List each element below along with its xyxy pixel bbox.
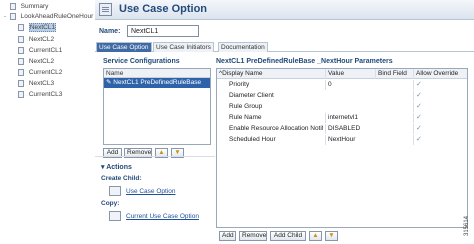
override-checkbox[interactable]: ✓ [413,80,467,90]
list-item[interactable]: ✎ NextCL1 PreDefinedRuleBase [104,78,210,88]
editor-header: Use Case Option [95,0,474,20]
column-header-display-name[interactable]: ^Display Name [219,69,323,79]
name-label: Name: [99,28,121,35]
tree-item-lookahead[interactable]: - LookAheadRuleOneHour [2,12,93,22]
tree-item-nextcl3[interactable]: NextCL3 [18,79,54,89]
param-add-button[interactable]: Add [219,231,236,241]
param-value[interactable]: NextHour [325,135,373,145]
param-remove-button[interactable]: Remove [239,231,267,241]
figure-id: 315614 [464,215,470,236]
tree-item-label: NextCL2 [28,58,55,65]
page-icon [18,46,24,54]
tree-item-label: CurrentCL2 [28,69,63,76]
use-case-icon [109,186,121,196]
tree-item-currentcl1[interactable]: CurrentCL1 [18,46,62,56]
tab-use-case-option[interactable]: Use Case Option [96,42,152,52]
table-row[interactable]: Rule Name internetvl1 ✓ [217,113,467,123]
override-checkbox[interactable]: ✓ [413,124,467,134]
column-header-value[interactable]: Value [325,69,373,79]
param-name: Scheduled Hour [229,136,276,143]
table-row[interactable]: Diameter Client ✓ [217,91,467,101]
tab-use-case-initiators[interactable]: Use Case Initiators [153,42,214,52]
param-name: Rule Group [229,103,263,110]
page-icon [18,23,24,31]
param-value[interactable]: internetvl1 [325,113,373,123]
page-icon [18,68,24,76]
tab-bar: Use Case Option Use Case Initiators Docu… [95,42,474,52]
add-child-button[interactable]: Add Child [270,231,306,241]
page-icon [18,90,24,98]
create-child-label: Create Child: [101,175,142,182]
copy-label: Copy: [101,200,120,207]
tree-item-label: CurrentCL3 [28,91,63,98]
actions-header[interactable]: ▾ Actions [101,163,132,171]
page-icon [9,2,16,10]
tree-item-summary[interactable]: Summary [2,2,48,12]
page-icon [18,35,24,43]
page-icon [18,57,24,65]
page-title: Use Case Option [119,3,208,15]
tab-documentation[interactable]: Documentation [218,42,268,52]
table-row[interactable]: Enable Resource Allocation Notif DISABLE… [217,124,467,134]
navigation-tree: Summary - LookAheadRuleOneHour NextCL1 N… [0,0,95,244]
tree-item-label: NextCL2 [28,36,55,43]
override-checkbox[interactable]: ✓ [413,135,467,145]
column-header-allow-override[interactable]: Allow Override [413,69,467,79]
tree-item-nextcl2[interactable]: NextCL2 [18,35,54,45]
override-checkbox[interactable]: ✓ [413,102,467,112]
param-move-down-button[interactable]: ▼ [325,231,338,241]
tree-item-currentcl3[interactable]: CurrentCL3 [18,90,62,100]
parameters-table: ^Display Name Value Bind Field Allow Ove… [216,68,468,228]
column-header-bind-field[interactable]: Bind Field [375,69,411,79]
collapse-toggle-icon[interactable]: - [2,12,8,22]
table-row[interactable]: Rule Group ✓ [217,102,467,112]
tree-item-label: NextCL3 [28,80,55,87]
override-checkbox[interactable]: ✓ [413,91,467,101]
tree-item-label: Summary [20,3,49,10]
tree-item-label: CurrentCL1 [28,47,63,54]
table-header: ^Display Name Value Bind Field Allow Ove… [217,69,467,79]
parameters-title: NextCL1 PreDefinedRuleBase _NextHour Par… [216,58,393,65]
table-row[interactable]: Scheduled Hour NextHour ✓ [217,135,467,145]
actions-title: Actions [106,164,132,171]
divider [95,156,215,157]
edit-pencil-icon: ✎ [106,79,112,86]
page-icon [9,12,16,20]
override-checkbox[interactable]: ✓ [413,113,467,123]
column-header-name[interactable]: Name [104,69,210,78]
use-case-icon [99,3,112,16]
param-value[interactable]: 0 [325,80,373,90]
create-child-link[interactable]: Use Case Option [126,188,176,195]
param-name: Rule Name [229,114,262,121]
tree-item-nextcl2b[interactable]: NextCL2 [18,57,54,67]
list-item-label: NextCL1 PreDefinedRuleBase [113,79,202,86]
param-value[interactable]: DISABLED [325,124,373,134]
tree-item-label: NextCL1 [28,23,57,32]
param-move-up-button[interactable]: ▲ [309,231,322,241]
use-case-icon [109,211,121,221]
service-configurations-list[interactable]: Name ✎ NextCL1 PreDefinedRuleBase [103,68,211,145]
tree-item-nextcl1[interactable]: NextCL1 [18,23,57,33]
tree-item-label: LookAheadRuleOneHour [20,13,94,20]
collapse-arrow-icon: ▾ [101,164,105,171]
table-row[interactable]: Priority 0 ✓ [217,80,467,90]
param-name: Priority [229,81,250,88]
service-configurations-title: Service Configurations [103,58,180,65]
param-name: Diameter Client [229,92,274,99]
copy-link[interactable]: Current Use Case Option [126,213,199,220]
name-field[interactable] [127,25,199,37]
tree-item-currentcl2[interactable]: CurrentCL2 [18,68,62,78]
param-name: Enable Resource Allocation Notif [229,125,323,132]
page-icon [18,79,24,87]
editor-panel: Use Case Option Name: Use Case Option Us… [95,0,474,244]
